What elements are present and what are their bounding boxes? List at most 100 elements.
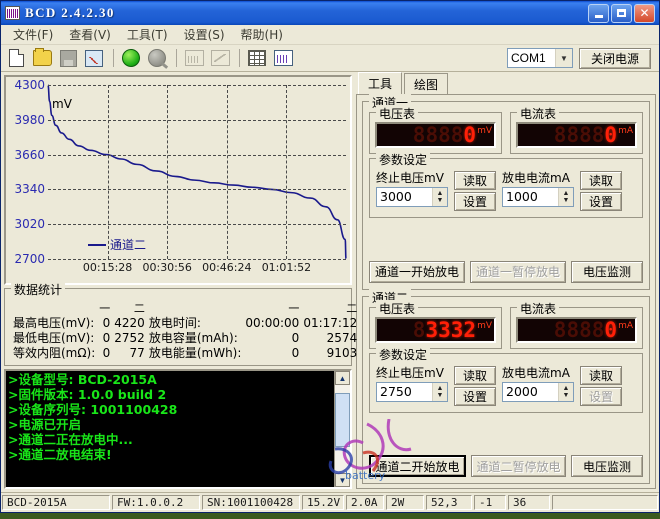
new-file-icon[interactable] [4,47,28,69]
power-toggle-button[interactable]: 关闭电源 [579,47,651,69]
discharge-current-stepper[interactable]: 2000 ▲ ▼ [502,381,574,402]
stepper-arrows[interactable]: ▲ ▼ [558,382,573,401]
status-message [552,495,658,510]
status-bar: BCD-2015A FW:1.0.0.2 SN:1001100428 15.2V… [1,492,659,512]
led-digits: 88880 [412,123,477,147]
minimize-icon[interactable] [588,3,609,23]
menu-view[interactable]: 查看(V) [61,25,119,44]
chart-gridline-v [167,85,169,259]
tab-plot[interactable]: 绘图 [404,73,449,94]
cutoff-voltage-value: 3000 [380,189,412,204]
stat-min-voltage-ch2: 2752 [114,331,145,345]
chart-gridline-h [48,119,346,121]
table-header-row: 一 二 一 二 [11,301,359,316]
chevron-down-icon[interactable]: ▼ [555,49,572,67]
channel-two-start-button[interactable]: 通道二开始放电 [369,455,466,477]
cutoff-voltage-stepper[interactable]: 2750 ▲ ▼ [376,381,448,402]
menu-settings[interactable]: 设置(S) [176,25,233,44]
scrollbar-thumb[interactable] [335,393,350,447]
maximize-icon[interactable] [611,3,632,23]
save-chart-icon[interactable] [82,47,106,69]
stat-label-capacity: 放电容量(mAh): [148,331,238,345]
cutoff-voltage-buttons: 读取 设置 [454,364,496,406]
cutoff-voltage-label: 终止电压mV [376,365,444,380]
discharge-current-stepper[interactable]: 1000 ▲ ▼ [502,187,574,207]
toolbar-separator [176,49,177,67]
app-window: BCD 2.4.2.30 文件(F) 查看(V) 工具(T) 设置(S) 帮助(… [0,0,660,513]
chart-y-tick-label: 2700 [14,252,45,266]
menu-tools[interactable]: 工具(T) [119,25,176,44]
scrollbar-track[interactable] [335,385,350,473]
discharge-current-label: 放电电流mA [502,171,570,185]
channel-one-voltmeter: 电压表 88880 mV [369,105,502,154]
chart-gridline-v [107,85,109,259]
stepper-arrows[interactable]: ▲ ▼ [558,188,573,206]
menu-bar: 文件(F) 查看(V) 工具(T) 设置(S) 帮助(H) [1,25,659,45]
stat-max-voltage-ch2: 4220 [114,316,145,330]
log-console[interactable]: >设备型号: BCD-2015A >固件版本: 1.0.0 build 2 >设… [4,369,352,489]
plot-view-icon[interactable] [271,47,295,69]
stat-min-voltage-ch1: 0 [102,331,111,345]
com-port-select[interactable]: COM1 ▼ [507,48,573,68]
channel-two-voltmeter: 电压表 83332 mV [369,299,502,349]
stat-energy-ch1: 0 [291,346,300,360]
title-bar: BCD 2.4.2.30 [1,1,659,25]
stat-energy-ch2: 9103 [326,346,358,360]
discharge-chart[interactable]: mV 2700 3020 3340 3660 3980 4300 00:15:28 00:30… [4,75,352,285]
read-cutoff-button[interactable]: 读取 [454,365,496,385]
scroll-up-icon[interactable]: ▲ [335,371,350,385]
chart-y-tick-label: 3980 [14,112,45,127]
cutoff-voltage-stepper[interactable]: 3000 ▲ ▼ [376,187,448,207]
discharge-current-value: 1000 [506,189,538,204]
channel-one-ammeter: 电流表 88880 mA [510,105,643,154]
channel-one-start-button[interactable]: 通道一开始放电 [369,260,465,283]
stat-label-energy: 放电能量(mWh): [148,346,242,360]
data-statistics-panel: 数据统计 一 二 一 二 最高电压(mV): 0 4220 放电时间: 00:0… [4,281,357,366]
data-table-icon[interactable] [245,47,269,69]
discharge-current-label: 放电电流mA [502,365,570,380]
stat-label-min-voltage: 最低电压(mV): [13,331,95,345]
tab-tools[interactable]: 工具 [358,72,403,94]
power-on-icon[interactable] [119,47,143,69]
voltmeter-unit: mV [477,320,492,331]
ammeter-label: 电流表 [517,299,560,317]
read-current-button[interactable]: 读取 [580,365,622,385]
led-digits: 88880 [553,317,618,342]
read-cutoff-button[interactable]: 读取 [454,171,496,190]
set-cutoff-button[interactable]: 设置 [454,386,496,406]
cutoff-voltage-buttons: 读取 设置 [454,169,496,211]
stat-capacity-ch1: 0 [291,331,300,345]
list-item: >固件版本: 1.0.0 build 2 [8,387,167,402]
set-current-button[interactable]: 设置 [580,192,622,211]
power-off-icon [145,47,169,69]
channel-one-monitor-button[interactable]: 电压监测 [571,260,643,283]
menu-help[interactable]: 帮助(H) [233,25,291,44]
save-icon [56,47,80,69]
stats-col-ch1: 一 [99,302,111,315]
chart-gridline-h [48,224,346,226]
channel-one-group: 通道一 电压表 88880 mV 电流表 88880 mA 参数设定 终止电压m… [362,94,650,290]
scroll-down-icon[interactable]: ▼ [335,473,350,487]
stepper-arrows[interactable]: ▲ ▼ [432,188,447,206]
set-cutoff-button[interactable]: 设置 [454,192,496,211]
barcode-icon [5,6,20,20]
voltmeter-display: 88880 mV [375,122,496,148]
menu-file[interactable]: 文件(F) [5,25,61,44]
close-icon[interactable] [634,3,655,23]
stat-label-max-voltage: 最高电压(mV): [13,316,95,330]
read-current-button[interactable]: 读取 [580,171,622,190]
stats-col-ch2: 二 [133,302,145,315]
status-count: 36 [508,495,550,510]
console-scrollbar[interactable]: ▲ ▼ [334,371,350,487]
voltmeter-label: 电压表 [376,299,419,317]
legend-label: 通道二 [110,238,147,252]
stepper-arrows[interactable]: ▲ ▼ [432,382,447,401]
chart-gridline-v [286,85,288,259]
stats-col-ch1-b: 一 [288,302,300,315]
open-folder-icon[interactable] [30,47,54,69]
channel-two-monitor-button[interactable]: 电压监测 [571,455,643,477]
log-lines: >设备型号: BCD-2015A >固件版本: 1.0.0 build 2 >设… [6,371,334,487]
statistics-title: 数据统计 [11,281,66,298]
list-item: >电源已开启 [8,417,81,432]
toolbar: COM1 ▼ 关闭电源 [1,45,659,72]
